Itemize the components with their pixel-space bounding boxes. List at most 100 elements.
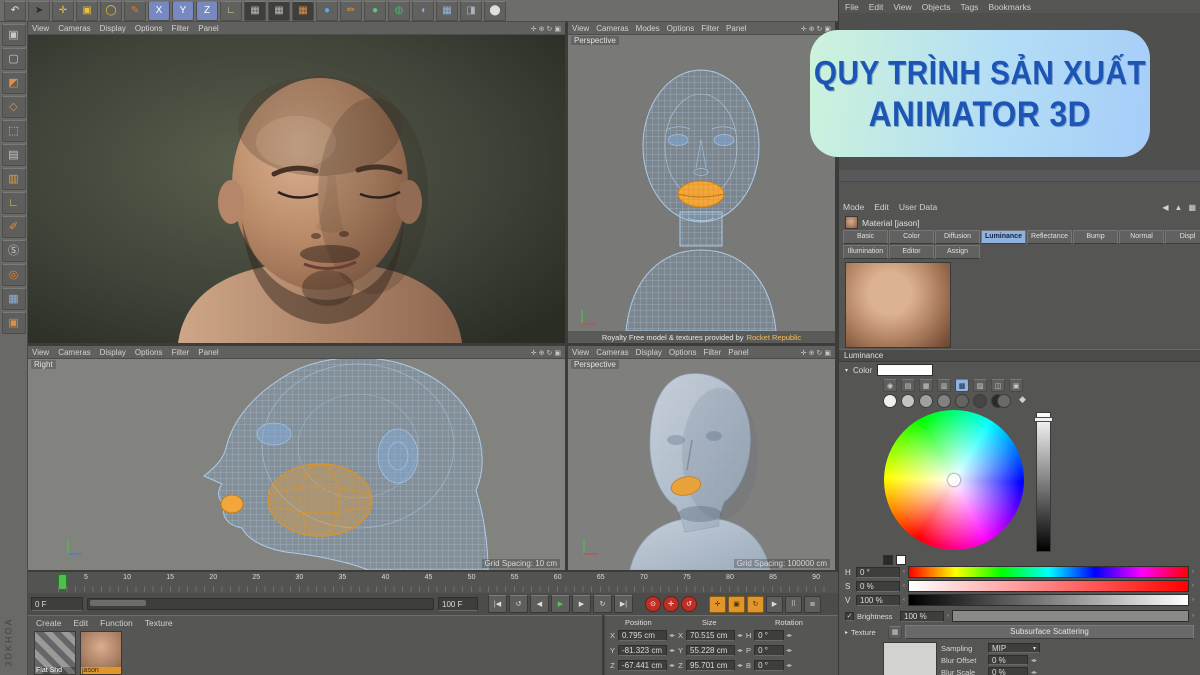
viewport-zoom-icon[interactable]: ⊕ bbox=[539, 26, 545, 33]
value-slider[interactable] bbox=[908, 594, 1189, 606]
filter-menu-item[interactable]: Filter bbox=[171, 348, 189, 357]
viewport-right-wireframe[interactable]: ViewCamerasDisplayOptionsFilterPanel ✛⊕↻… bbox=[28, 346, 565, 570]
panel-menu-item[interactable]: Panel bbox=[198, 24, 218, 33]
last-tool-icon[interactable]: ✎ bbox=[124, 1, 146, 21]
end-frame-field[interactable]: 100 F bbox=[438, 597, 478, 611]
viewport-zoom-icon[interactable]: ⊕ bbox=[809, 350, 815, 357]
stepper[interactable]: ◂▸ bbox=[786, 647, 792, 654]
play-button[interactable]: ▶ bbox=[551, 595, 570, 613]
add-primitive-icon[interactable]: ● bbox=[316, 1, 338, 21]
display-menu-item[interactable]: Display bbox=[100, 348, 126, 357]
make-editable-icon[interactable]: ▣ bbox=[2, 24, 26, 46]
viewport-perspective-shaded[interactable]: ViewCamerasDisplayOptionsFilterPanel ✛⊕↻… bbox=[568, 346, 835, 570]
next-frame-button[interactable]: ▶ bbox=[572, 595, 591, 613]
render-view-icon[interactable]: ▦ bbox=[244, 1, 266, 21]
key-scale-button[interactable]: ▣ bbox=[728, 596, 745, 613]
reflectance-tab[interactable]: Reflectance bbox=[1027, 230, 1072, 244]
points-mode-icon[interactable]: ⬚ bbox=[2, 120, 26, 142]
color-swatch[interactable] bbox=[877, 364, 933, 376]
me-back-icon[interactable]: ◀ bbox=[1162, 203, 1168, 212]
stepper[interactable]: ◂▸ bbox=[786, 662, 792, 669]
dot-gray-2[interactable] bbox=[919, 394, 933, 408]
goto-start-button[interactable]: |◀ bbox=[488, 595, 507, 613]
coord-system-icon[interactable]: ∟ bbox=[220, 1, 242, 21]
position-value-field[interactable]: -81.323 cm bbox=[618, 645, 667, 656]
bump-tab[interactable]: Bump bbox=[1073, 230, 1118, 244]
objects-menu-item[interactable]: Objects bbox=[922, 2, 951, 12]
cameras-menu-item[interactable]: Cameras bbox=[58, 348, 90, 357]
texture-menu-icon[interactable]: ▦ bbox=[888, 626, 902, 639]
display-menu-item[interactable]: Display bbox=[100, 24, 126, 33]
key-rotation-button[interactable]: ↻ bbox=[747, 596, 764, 613]
stepper[interactable]: ‹ bbox=[947, 613, 949, 619]
key-parameter-button[interactable]: ▶ bbox=[766, 596, 783, 613]
rotation-value-field[interactable]: 0 ° bbox=[754, 645, 784, 656]
modes-menu-item[interactable]: Modes bbox=[636, 24, 660, 33]
swatch-white[interactable] bbox=[896, 555, 906, 565]
viewport-pan-icon[interactable]: ✛ bbox=[531, 350, 537, 357]
cameras-menu-item[interactable]: Cameras bbox=[58, 24, 90, 33]
panel-menu-item[interactable]: Panel bbox=[198, 348, 218, 357]
viewport-toggle-icon[interactable]: ▣ bbox=[554, 350, 561, 357]
tags-menu-item[interactable]: Tags bbox=[960, 2, 978, 12]
stepper[interactable]: ‹ bbox=[903, 569, 905, 575]
key-pla-button[interactable]: ⠿ bbox=[785, 596, 802, 613]
options-menu-item[interactable]: Options bbox=[135, 24, 163, 33]
rotation-value-field[interactable]: 0 ° bbox=[754, 630, 784, 641]
model-mode-icon[interactable]: ▢ bbox=[2, 48, 26, 70]
dot-gray-4[interactable] bbox=[955, 394, 969, 408]
value-gradient-bar[interactable] bbox=[1036, 412, 1051, 552]
timeline-ruler[interactable]: 51015202530354045505560657075808590 bbox=[28, 572, 838, 594]
add-camera-icon[interactable]: ◨ bbox=[460, 1, 482, 21]
viewport-toggle-icon[interactable]: ▣ bbox=[824, 350, 831, 357]
add-environment-icon[interactable]: ▦ bbox=[436, 1, 458, 21]
view-menu-item[interactable]: View bbox=[32, 24, 49, 33]
assign-tab[interactable]: Assign bbox=[935, 245, 980, 259]
value-value-field[interactable]: 100 % bbox=[856, 595, 900, 606]
axis-band-icon[interactable]: ◎ bbox=[2, 264, 26, 286]
axis-z-icon[interactable]: Z bbox=[196, 1, 218, 21]
undo-icon[interactable]: ↶ bbox=[4, 1, 26, 21]
caption-link[interactable]: Rocket Republic bbox=[747, 333, 802, 342]
move-icon[interactable]: ✛ bbox=[52, 1, 74, 21]
prev-frame-button[interactable]: ◀ bbox=[530, 595, 549, 613]
expand-arrow-icon[interactable]: ▸ bbox=[845, 629, 848, 636]
luminance-tab[interactable]: Luminance bbox=[981, 230, 1026, 244]
display-menu-item[interactable]: Display bbox=[636, 348, 662, 357]
view-menu-item[interactable]: View bbox=[572, 24, 589, 33]
illumination-tab[interactable]: Illumination bbox=[843, 245, 888, 259]
filter-menu-item[interactable]: Filter bbox=[171, 24, 189, 33]
play-reverse-button[interactable]: ↺ bbox=[509, 595, 528, 613]
texture-mode-icon[interactable]: ✐ bbox=[2, 216, 26, 238]
stepper[interactable]: › bbox=[1192, 597, 1194, 603]
compact-mode-icon[interactable]: ▣ bbox=[1009, 379, 1023, 392]
brightness-value-field[interactable]: 100 % bbox=[900, 611, 944, 622]
viewport-zoom-icon[interactable]: ⊕ bbox=[809, 26, 815, 33]
me-up-icon[interactable]: ▲ bbox=[1175, 203, 1183, 212]
add-light-icon[interactable]: ⬤ bbox=[484, 1, 506, 21]
edges-mode-icon[interactable]: ▤ bbox=[2, 144, 26, 166]
color-wheel[interactable] bbox=[884, 410, 1024, 550]
viewport-rotate-icon[interactable]: ↻ bbox=[817, 26, 823, 33]
hue-value-field[interactable]: 0 ° bbox=[856, 567, 900, 578]
view-menu-item[interactable]: View bbox=[32, 348, 49, 357]
stepper[interactable]: ◂▸ bbox=[669, 662, 675, 669]
stepper[interactable]: ◂▸ bbox=[737, 647, 743, 654]
color-tab[interactable]: Color bbox=[889, 230, 934, 244]
shader-preview-swatch[interactable] bbox=[883, 642, 937, 675]
options-menu-item[interactable]: Options bbox=[667, 24, 695, 33]
collapse-arrow-icon[interactable]: ▾ bbox=[845, 367, 848, 374]
view-menu-item[interactable]: View bbox=[572, 348, 589, 357]
scale-icon[interactable]: ▣ bbox=[76, 1, 98, 21]
viewport-front-wireframe[interactable]: ViewCamerasModesOptionsFilterPanel ✛⊕↻▣ … bbox=[568, 22, 835, 343]
options-menu-item[interactable]: Options bbox=[135, 348, 163, 357]
axis-y-icon[interactable]: Y bbox=[172, 1, 194, 21]
timeline-list-button[interactable]: ≣ bbox=[804, 596, 821, 613]
size-value-field[interactable]: 55.228 cm bbox=[686, 645, 735, 656]
brightness-checkbox[interactable]: ✓ bbox=[845, 612, 854, 621]
stepper[interactable]: ◂▸ bbox=[737, 662, 743, 669]
editor-tab[interactable]: Editor bbox=[889, 245, 934, 259]
stepper[interactable]: ◂▸ bbox=[669, 632, 675, 639]
size-value-field[interactable]: 70.515 cm bbox=[686, 630, 735, 641]
saturation-value-field[interactable]: 0 % bbox=[856, 581, 900, 592]
